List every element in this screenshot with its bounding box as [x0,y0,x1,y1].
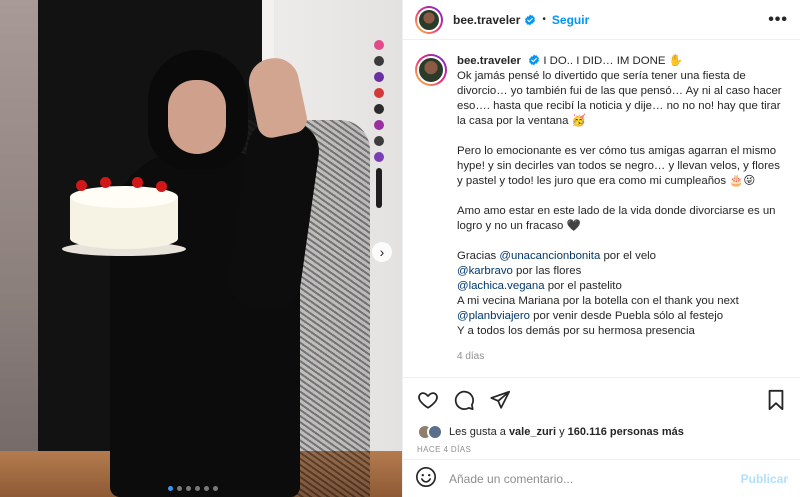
caption-first-line: I DO.. I DID… IM DONE ✋ [543,55,683,67]
caption-area: bee.traveler I DO.. I DID… IM DONE ✋ Ok … [403,40,800,377]
cake-cherry [100,177,111,188]
comment-icon [454,390,474,410]
post-date: HACE 4 DÍAS [417,445,472,454]
carousel-dot [213,486,218,491]
cake-cherry [156,181,167,192]
carousel-dot [204,486,209,491]
caption-paragraph: Amo amo estar en este lado de la vida do… [457,205,776,232]
chevron-right-icon: › [379,244,385,260]
mention-link[interactable]: @unacancionbonita [499,250,600,262]
caption-thanks-line: @lachica.vegana por el pastelito [457,279,788,294]
caption-username[interactable]: bee.traveler [457,55,521,67]
share-button[interactable] [489,389,511,411]
mention-link[interactable]: @lachica.vegana [457,280,545,292]
post-photo[interactable]: › [0,0,402,497]
comment-input[interactable] [449,471,741,486]
header-username[interactable]: bee.traveler [453,13,520,27]
publish-button[interactable]: Publicar [741,472,788,486]
save-button[interactable] [766,389,786,411]
carousel-dot [168,486,173,491]
caption-time-ago: 4 días [457,351,485,362]
header-separator: • [542,14,546,25]
caption-thanks-list: Gracias @unacancionbonita por el velo @ka… [457,249,788,339]
thanks-text: por el pastelito [544,280,622,292]
caption-thanks-line: Y a todos los demás por su hermosa prese… [457,324,788,339]
avatar[interactable] [427,424,443,440]
carousel-dot [195,486,200,491]
more-options-icon[interactable]: ••• [768,11,788,29]
send-icon [490,390,511,409]
like-button[interactable] [417,389,439,411]
thanks-text: Gracias [457,250,500,262]
avatar[interactable] [415,5,443,34]
likes-summary: Les gusta a vale_zuri y 160.116 personas… [403,421,800,443]
thanks-text: Y a todos los demás por su hermosa prese… [457,325,695,337]
carousel-dots [168,486,218,491]
heart-icon [418,391,438,409]
emoji-button[interactable] [415,466,437,491]
verified-badge-icon [525,14,536,25]
thanks-text: por el velo [600,250,657,262]
post-header: bee.traveler • Seguir ••• [403,0,800,40]
likes-count-link[interactable]: 160.116 personas más [568,426,684,438]
thanks-text: A mi vecina Mariana por la botella con e… [457,295,739,307]
caption-paragraph: Ok jamás pensé lo divertido que sería te… [457,70,782,127]
mention-link[interactable]: @planbviajero [457,310,530,322]
carousel-next-button[interactable]: › [372,242,392,262]
liker-avatars [417,424,443,440]
follow-button[interactable]: Seguir [552,13,589,27]
photo-face [168,80,226,154]
avatar[interactable] [415,54,447,86]
photo-pompom-garland [372,40,386,210]
caption-paragraph: Pero lo emocionante es ver cómo tus amig… [457,145,780,187]
comment-box: Publicar [403,459,800,497]
caption-thanks-line: @planbviajero por venir desde Puebla sól… [457,309,788,324]
action-bar [403,377,800,421]
comment-button[interactable] [453,389,475,411]
post-side-panel: bee.traveler • Seguir ••• bee.traveler I… [402,0,800,497]
verified-badge-icon [529,54,540,66]
bookmark-icon [768,389,784,410]
caption-thanks-line: A mi vecina Mariana por la botella con e… [457,294,788,309]
likes-user-link[interactable]: vale_zuri [509,426,556,438]
cake-cherry [76,180,87,191]
post-caption: bee.traveler I DO.. I DID… IM DONE ✋ Ok … [457,54,788,377]
instagram-post: › bee.traveler • Seguir ••• bee.traveler [0,0,800,497]
carousel-dot [177,486,182,491]
emoji-icon [416,467,436,487]
caption-thanks-line: @karbravo por las flores [457,264,788,279]
thanks-text: por venir desde Puebla sólo al festejo [530,310,724,322]
likes-middle: y [559,426,565,438]
likes-prefix: Les gusta a [449,426,506,438]
mention-link[interactable]: @karbravo [457,265,513,277]
carousel-dot [186,486,191,491]
thanks-text: por las flores [512,265,582,277]
cake-cherry [132,177,143,188]
photo-cake [62,177,186,256]
caption-thanks-line: Gracias @unacancionbonita por el velo [457,249,788,264]
